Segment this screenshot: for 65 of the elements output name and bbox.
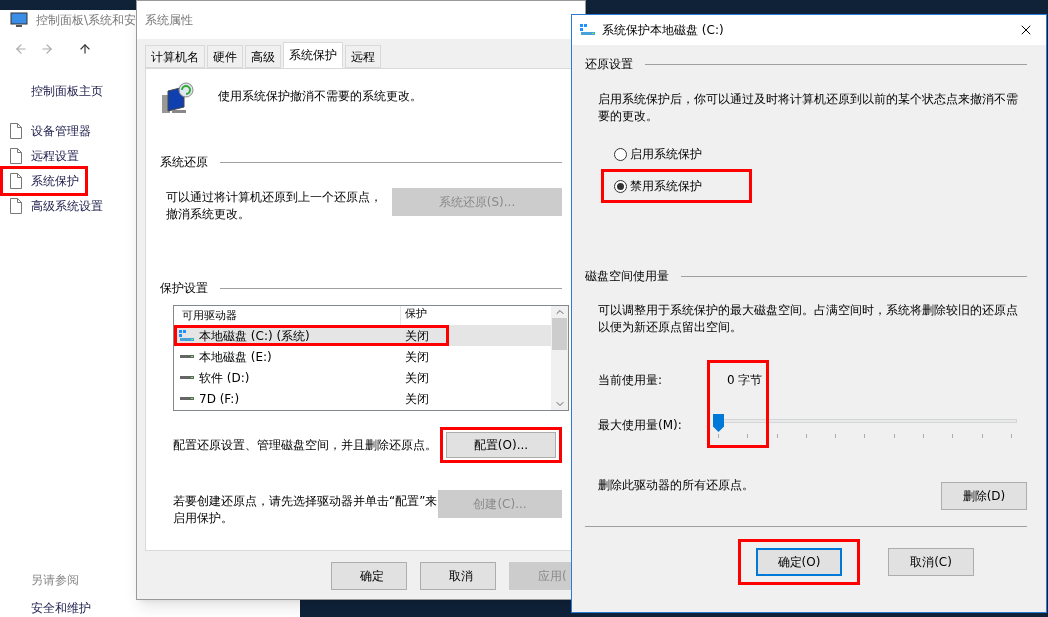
group-heading: 系统还原 — [160, 154, 208, 171]
group-heading: 磁盘空间使用量 — [585, 268, 669, 285]
restore-settings-description: 启用系统保护后，你可以通过及时将计算机还原到以前的某个状态点来撤消不需要的更改。 — [597, 91, 1019, 125]
radio-option[interactable]: 启用系统保护 — [614, 145, 702, 163]
dialog-button[interactable]: 确定(O) — [756, 548, 842, 576]
dialog-button[interactable]: 取消(C) — [888, 548, 974, 576]
sidebar-item[interactable]: 设备管理器 — [10, 121, 91, 140]
configure-button[interactable]: 配置(O)... — [446, 432, 556, 458]
tab[interactable]: 系统保护 — [283, 42, 343, 68]
drive-name: 7D (F:) — [199, 390, 240, 408]
current-usage-value: 0 字节 — [727, 372, 763, 389]
sidebar-link[interactable]: 安全和维护 — [31, 599, 91, 617]
protection-status: 关闭 — [404, 327, 429, 345]
scrollbar[interactable] — [551, 306, 568, 410]
forward-arrow-icon[interactable] — [40, 41, 54, 56]
drive-row[interactable]: 本地磁盘 (E:) 关闭 — [174, 346, 551, 367]
field-label: 当前使用量: — [598, 372, 664, 389]
page-icon — [10, 147, 22, 164]
dialog-button[interactable]: 取消 — [420, 562, 496, 590]
intro-text: 使用系统保护撤消不需要的系统更改。 — [218, 88, 422, 105]
group-heading: 保护设置 — [160, 280, 208, 297]
drive-name: 软件 (D:) — [199, 369, 250, 387]
tab[interactable]: 硬件 — [207, 45, 243, 68]
protection-status: 关闭 — [404, 390, 429, 408]
window-title: 系统属性 — [145, 12, 193, 29]
tab[interactable]: 远程 — [345, 45, 381, 68]
drive-name: 本地磁盘 (E:) — [199, 348, 272, 366]
slider-thumb[interactable] — [713, 414, 724, 432]
tab[interactable]: 高级 — [245, 45, 281, 68]
delete-description: 删除此驱动器的所有还原点。 — [598, 477, 754, 494]
column-header[interactable]: 保护 — [401, 306, 427, 325]
group-heading: 还原设置 — [585, 56, 633, 73]
sidebar-link[interactable]: 控制面板主页 — [31, 82, 103, 100]
sidebar-item[interactable]: 远程设置 — [10, 146, 79, 165]
window-title: 系统保护本地磁盘 (C:) — [602, 22, 724, 39]
dialog-button[interactable]: 确定 — [331, 562, 407, 590]
sidebar-item[interactable]: 系统保护 — [10, 171, 79, 190]
delete-button[interactable]: 删除(D) — [941, 482, 1027, 510]
slider-track[interactable] — [713, 414, 1017, 438]
configure-description: 配置还原设置、管理磁盘空间，并且删除还原点。 — [173, 437, 438, 454]
page-icon — [10, 172, 22, 189]
radio-option[interactable]: 禁用系统保护 — [614, 177, 702, 195]
create-description: 若要创建还原点，请先选择驱动器并单击“配置”来启用保护。 — [173, 493, 438, 527]
window-title: 控制面板\系统和安 — [36, 12, 137, 29]
system-drive-icon — [179, 329, 195, 342]
monitor-icon — [10, 12, 28, 28]
restore-description: 可以通过将计算机还原到上一个还原点，撤消系统更改。 — [166, 189, 383, 223]
drive-icon — [179, 396, 195, 401]
protection-status: 关闭 — [404, 369, 429, 387]
page-icon — [10, 122, 22, 139]
field-label: 最大使用量(M): — [598, 417, 683, 434]
drive-row[interactable]: 7D (F:) 关闭 — [174, 388, 551, 409]
usage-description: 可以调整用于系统保护的最大磁盘空间。占满空间时，系统将删除较旧的还原点以便为新还原点留出空间。 — [597, 302, 1019, 336]
column-header[interactable]: 可用驱动器 — [182, 309, 237, 322]
drive-icon — [179, 375, 195, 380]
page-icon — [10, 197, 22, 214]
drive-icon — [179, 354, 195, 359]
system-drive-icon — [580, 24, 596, 36]
drive-name: 本地磁盘 (C:) (系统) — [199, 327, 310, 345]
protection-status: 关闭 — [404, 348, 429, 366]
drive-row[interactable]: 本地磁盘 (C:) (系统) 关闭 — [174, 325, 551, 346]
tab[interactable]: 计算机名 — [145, 45, 205, 68]
sidebar-item[interactable]: 高级系统设置 — [10, 196, 103, 215]
drive-row[interactable]: 软件 (D:) 关闭 — [174, 367, 551, 388]
section-heading: 另请参阅 — [31, 572, 79, 589]
